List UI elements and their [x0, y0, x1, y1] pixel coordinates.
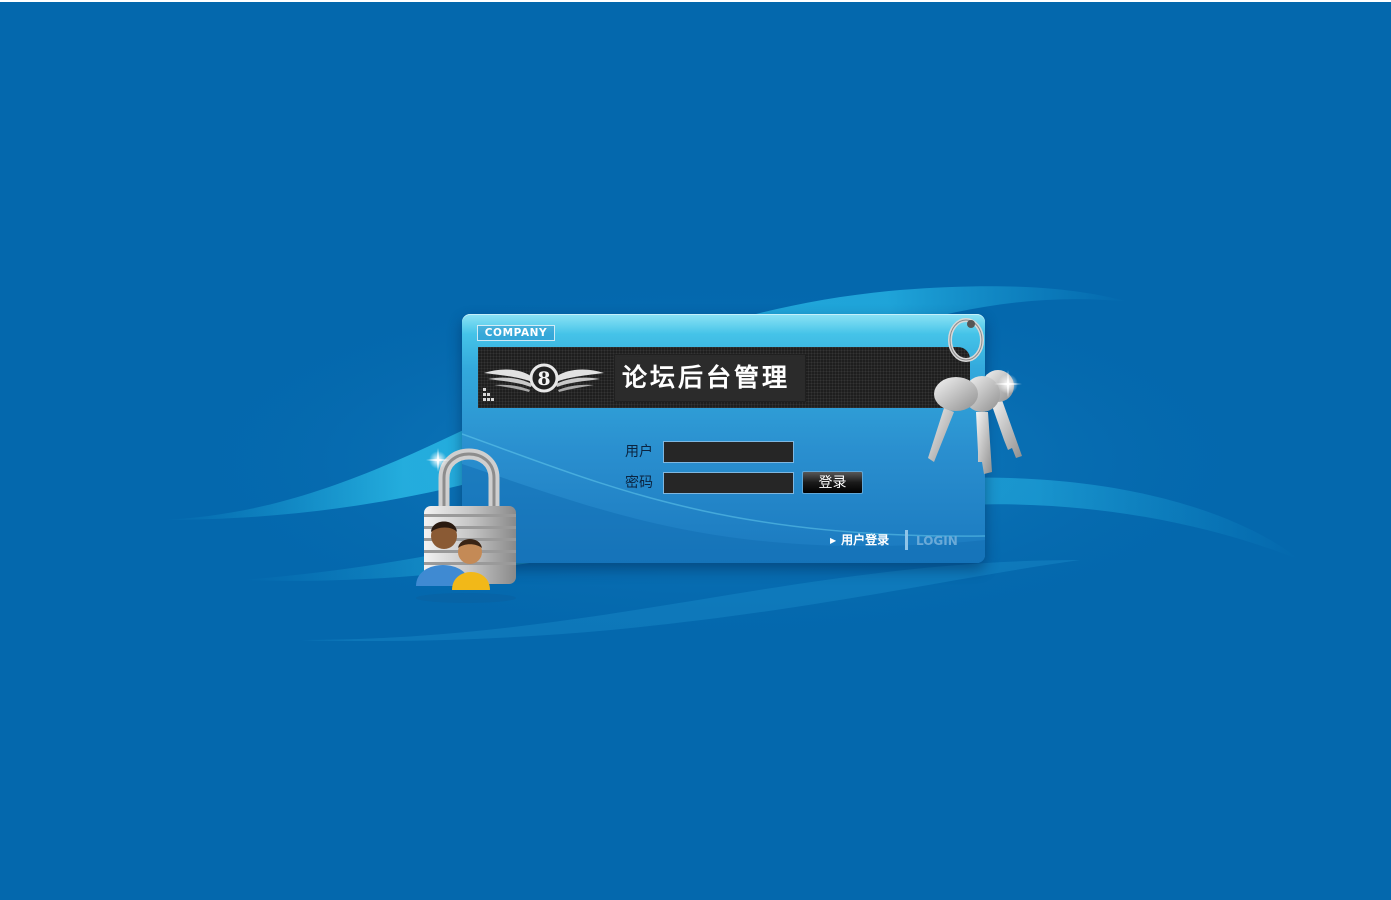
login-english-label: LOGIN [916, 534, 958, 548]
login-button[interactable]: 登录 [802, 471, 863, 494]
password-label: 密码 [625, 475, 653, 491]
username-label: 用户 [625, 444, 653, 460]
page-title: 论坛后台管理 [622, 363, 791, 392]
arrow-right-icon: ▶ [830, 536, 837, 545]
company-badge: COMPANY [477, 325, 555, 341]
password-input[interactable] [663, 472, 794, 494]
user-login-link[interactable]: ▶ 用户登录 [830, 531, 889, 549]
footer-separator [905, 530, 908, 550]
username-input[interactable] [663, 441, 794, 463]
user-login-label: 用户登录 [841, 533, 890, 547]
padlock-users-icon [416, 448, 516, 603]
svg-text:8: 8 [537, 368, 550, 390]
keys-icon [928, 318, 1022, 474]
winged-logo-icon: 8 [483, 363, 604, 401]
